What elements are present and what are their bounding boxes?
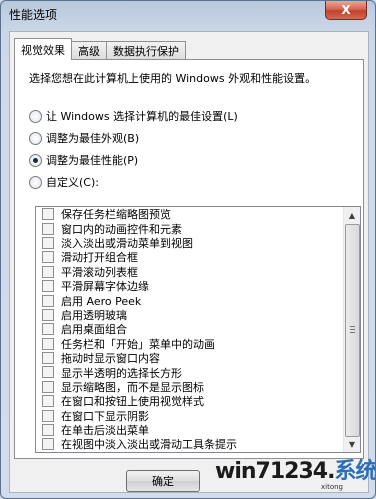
effect-list-item[interactable]: 任务栏和「开始」菜单中的动画 [36, 337, 340, 351]
effect-checkbox[interactable] [42, 280, 54, 293]
ok-button[interactable]: 确定 [126, 470, 200, 492]
effect-checkbox[interactable] [42, 323, 54, 336]
vertical-scrollbar[interactable]: ▲ ▼ [343, 207, 360, 452]
radio-label: 调整为最佳外观(B) [46, 132, 140, 145]
grip-line [350, 332, 355, 333]
effect-checkbox[interactable] [42, 337, 54, 350]
effect-checkbox[interactable] [42, 236, 54, 249]
effect-list-item[interactable]: 启用桌面组合 [36, 322, 340, 336]
watermark-subtext: xitong [321, 483, 343, 491]
ok-button-label: 确定 [152, 475, 174, 488]
effect-checkbox[interactable] [42, 395, 54, 408]
effect-checkbox[interactable] [42, 366, 54, 379]
effect-checkbox[interactable] [42, 251, 54, 264]
tab-label: 高级 [78, 45, 100, 58]
tab-label: 视觉效果 [21, 43, 65, 57]
panel-description: 选择您想在此计算机上使用的 Windows 外观和性能设置。 [29, 72, 317, 85]
scroll-up-button[interactable]: ▲ [344, 207, 360, 223]
tab-data-execution-prevention[interactable]: 数据执行保护 [106, 41, 186, 60]
radio-button[interactable] [29, 131, 42, 145]
visual-effects-list[interactable]: 保存任务栏缩略图预览 窗口内的动画控件和元素 淡入淡出或滑动菜单到视图 滑动打开组合框… [35, 206, 361, 453]
arrow-up-icon: ▲ [348, 210, 356, 220]
effects-list-items: 保存任务栏缩略图预览 窗口内的动画控件和元素 淡入淡出或滑动菜单到视图 滑动打开组合框… [36, 207, 340, 452]
site-watermark: win71234.系统 xitong [211, 449, 376, 498]
radio-let-windows-choose[interactable]: 让 Windows 选择计算机的最佳设置(L) [29, 108, 238, 124]
arrow-down-icon: ▼ [348, 439, 356, 449]
radio-button[interactable] [29, 109, 42, 123]
effect-checkbox[interactable] [42, 409, 54, 422]
effect-list-item[interactable]: 淡入淡出或滑动菜单到视图 [36, 236, 340, 250]
watermark-chinese: 系统 [334, 459, 376, 484]
effect-list-item[interactable]: 平滑滚动列表框 [36, 265, 340, 279]
effect-checkbox[interactable] [42, 222, 54, 235]
effect-list-item[interactable]: 保存任务栏缩略图预览 [36, 207, 340, 221]
effect-checkbox[interactable] [42, 352, 54, 365]
window-title: 性能选项 [9, 8, 58, 22]
tab-strip: 视觉效果 高级 数据执行保护 [14, 38, 186, 60]
radio-best-performance[interactable]: 调整为最佳性能(P) [29, 152, 138, 168]
effect-list-item[interactable]: 启用透明玻璃 [36, 308, 340, 322]
radio-best-appearance[interactable]: 调整为最佳外观(B) [29, 130, 139, 146]
radio-label: 自定义(C): [46, 176, 99, 189]
radio-label: 调整为最佳性能(P) [46, 154, 139, 167]
close-button[interactable]: X [325, 1, 367, 20]
effect-checkbox[interactable] [42, 424, 54, 437]
radio-button[interactable] [29, 175, 42, 189]
effect-checkbox[interactable] [42, 380, 54, 393]
tab-visual-effects[interactable]: 视觉效果 [14, 38, 72, 60]
tab-advanced[interactable]: 高级 [71, 41, 107, 60]
scroll-thumb[interactable] [345, 224, 360, 437]
effect-checkbox[interactable] [42, 294, 54, 307]
effect-checkbox[interactable] [42, 208, 54, 221]
radio-custom[interactable]: 自定义(C): [29, 174, 99, 190]
radio-button[interactable] [29, 153, 42, 167]
radio-label: 让 Windows 选择计算机的最佳设置(L) [46, 110, 238, 123]
effect-list-item[interactable]: 在单击后淡出菜单 [36, 423, 340, 437]
effect-list-item[interactable]: 在窗口下显示阴影 [36, 408, 340, 423]
effect-list-item[interactable]: 滑动打开组合框 [36, 250, 340, 264]
visual-effects-panel: 选择您想在此计算机上使用的 Windows 外观和性能设置。 让 Windows… [14, 59, 364, 459]
effect-label: 在鼠标指针下显示阴影 [61, 451, 171, 452]
grip-line [350, 326, 355, 327]
close-icon: X [341, 3, 351, 17]
grip-line [350, 329, 355, 330]
effect-list-item[interactable]: 在窗口和按钮上使用视觉样式 [36, 394, 340, 408]
effect-checkbox[interactable] [42, 308, 54, 321]
effect-list-item[interactable]: 显示半透明的选择长方形 [36, 365, 340, 380]
effect-list-item[interactable]: 显示缩略图，而不是显示图标 [36, 380, 340, 394]
tab-label: 数据执行保护 [113, 45, 179, 58]
effect-checkbox[interactable] [42, 265, 54, 278]
effect-checkbox[interactable] [42, 438, 54, 451]
effect-list-item[interactable]: 拖动时显示窗口内容 [36, 351, 340, 365]
dialog-client-area: 视觉效果 高级 数据执行保护 选择您想在此计算机上使用的 Windows 外观和… [9, 31, 369, 493]
watermark-number: 1234 [269, 459, 328, 484]
title-bar[interactable]: 性能选项 X [1, 1, 375, 27]
performance-options-window: 性能选项 X 视觉效果 高级 数据执行保护 选择您想在此计算机上使用的 Wind… [0, 0, 376, 499]
watermark-prefix: win7 [215, 459, 271, 484]
effect-list-item[interactable]: 平滑屏幕字体边缘 [36, 279, 340, 293]
watermark-text: win71234.系统 [215, 453, 376, 485]
effect-list-item[interactable]: 启用 Aero Peek [36, 293, 340, 308]
effect-list-item[interactable]: 窗口内的动画控件和元素 [36, 221, 340, 236]
